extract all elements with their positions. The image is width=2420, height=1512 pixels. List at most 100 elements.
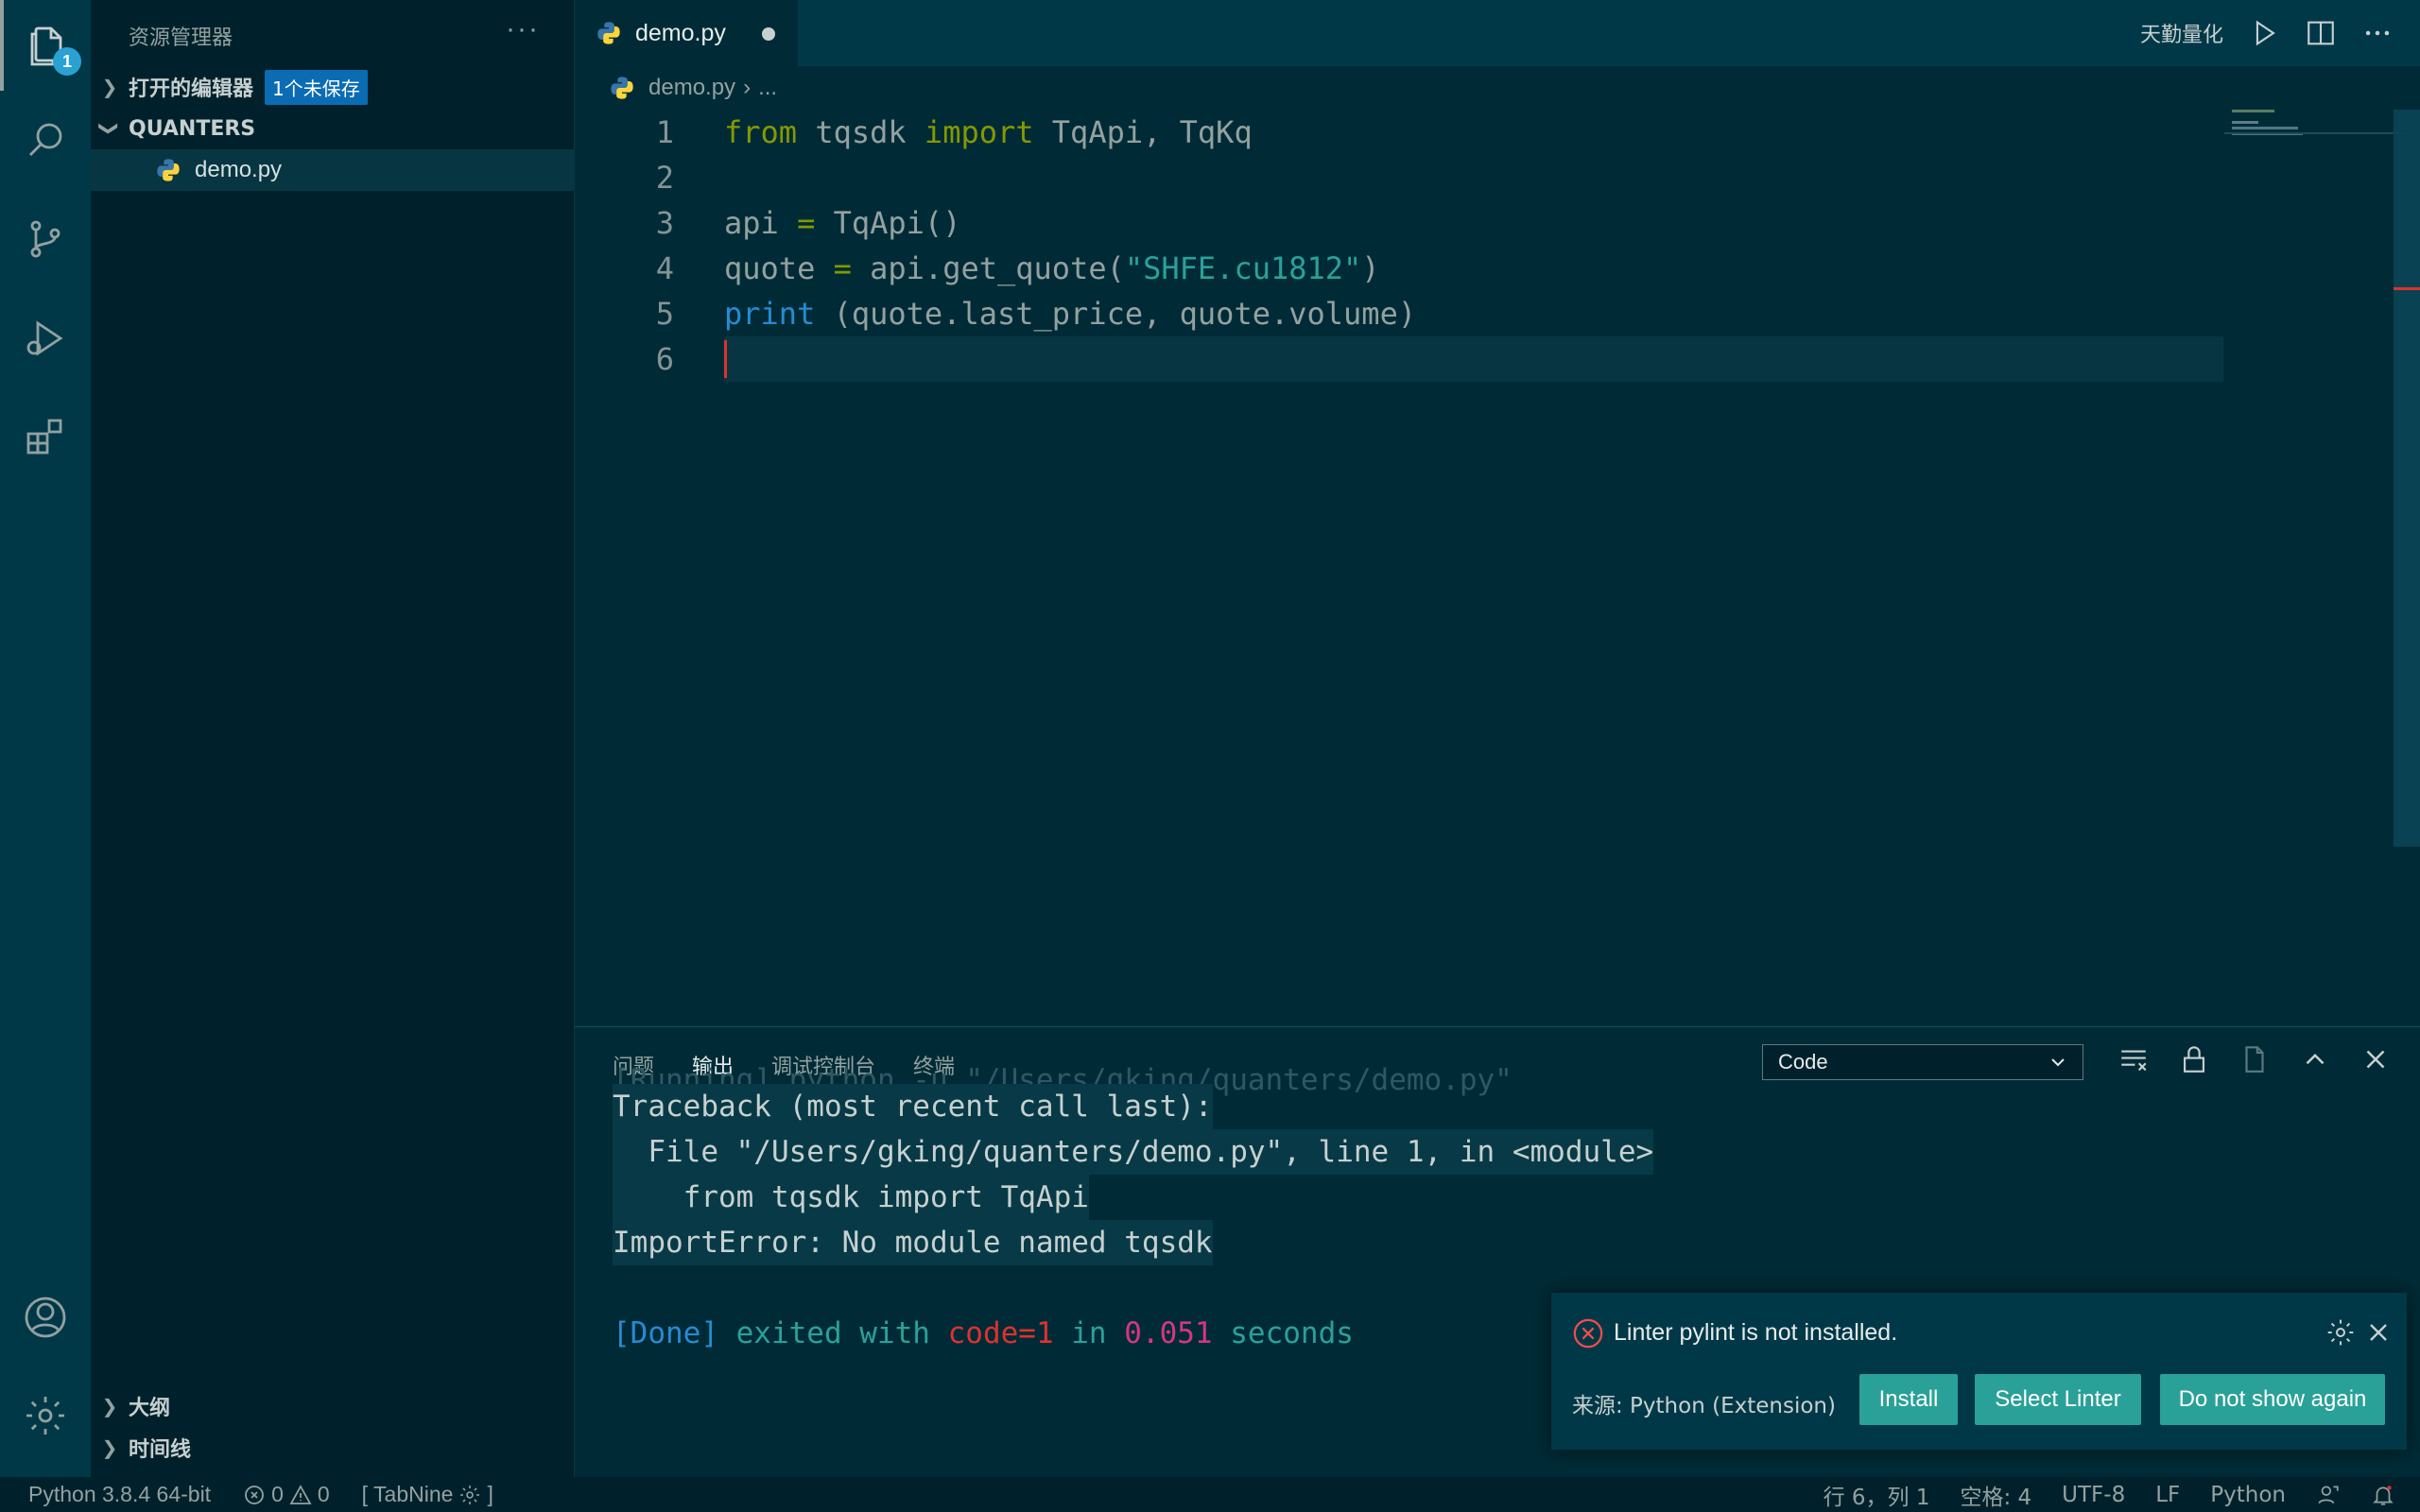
explorer-activity-button[interactable]: 1 xyxy=(0,0,91,91)
chevron-down-icon xyxy=(2051,1058,2065,1067)
editor-scrollbar[interactable] xyxy=(2394,110,2420,847)
code-text: api = TqApi() xyxy=(724,205,961,241)
accounts-activity-button[interactable] xyxy=(0,1272,91,1363)
close-icon[interactable] xyxy=(2363,1317,2394,1348)
done-tag: [Done] xyxy=(613,1316,718,1350)
breadcrumb-file[interactable]: demo.py xyxy=(648,75,735,101)
python-file-icon xyxy=(157,159,180,181)
unsaved-dot-icon[interactable] xyxy=(762,27,775,41)
do-not-show-again-button[interactable]: Do not show again xyxy=(2160,1374,2385,1425)
tabnine-label: [ TabNine xyxy=(361,1482,454,1506)
line-number: 2 xyxy=(655,160,674,196)
minimap[interactable] xyxy=(2224,110,2409,242)
close-panel-icon[interactable] xyxy=(2360,1043,2392,1075)
notification-source: 来源: Python (Extension) xyxy=(1572,1394,1836,1418)
status-bar: Python 3.8.4 64-bit 0 0 [ TabNine ] 行 6，… xyxy=(0,1477,2420,1512)
extensions-activity-button[interactable] xyxy=(0,392,91,483)
file-item-demo[interactable]: demo.py xyxy=(91,149,575,191)
text-cursor xyxy=(724,340,727,378)
lock-icon[interactable] xyxy=(2178,1043,2210,1075)
breadcrumb-more[interactable]: ... xyxy=(758,75,777,101)
language-mode[interactable]: Python xyxy=(2210,1483,2286,1507)
manage-activity-button[interactable] xyxy=(0,1370,91,1461)
open-log-icon[interactable] xyxy=(2238,1043,2271,1075)
panel-toolbar xyxy=(2118,1039,2392,1080)
run-debug-icon xyxy=(26,320,63,356)
account-icon xyxy=(25,1297,66,1338)
tianqin-label[interactable]: 天勤量化 xyxy=(2140,18,2223,48)
output-line: ImportError: No module named tqsdk xyxy=(613,1220,1213,1265)
in-text: in xyxy=(1053,1316,1125,1350)
problems-status[interactable]: 0 0 xyxy=(243,1482,330,1507)
line-number: 1 xyxy=(655,114,674,150)
tabnine-close: ] xyxy=(487,1482,493,1506)
code-line: 5 print (quote.last_price, quote.volume) xyxy=(575,291,2224,336)
error-count: 0 xyxy=(271,1482,284,1506)
bell-icon[interactable] xyxy=(2371,1483,2395,1507)
encoding-status[interactable]: UTF-8 xyxy=(2062,1483,2125,1507)
python-file-icon xyxy=(597,22,620,44)
seconds-text: seconds xyxy=(1212,1316,1354,1350)
linter-notification: Linter pylint is not installed. 来源: Pyth… xyxy=(1551,1293,2407,1450)
more-actions-icon[interactable] xyxy=(2361,17,2394,49)
line-number: 6 xyxy=(655,341,674,377)
outline-section[interactable]: ❯ 大纲 xyxy=(91,1385,575,1427)
output-line: from tqsdk import TqApi xyxy=(613,1175,1089,1220)
output-channel-select[interactable]: Code xyxy=(1762,1044,2083,1080)
warning-count: 0 xyxy=(317,1482,330,1506)
line-number: 4 xyxy=(655,250,674,286)
select-linter-button[interactable]: Select Linter xyxy=(1975,1374,2141,1425)
code-line: 3 api = TqApi() xyxy=(575,200,2224,246)
line-number: 5 xyxy=(655,296,674,332)
output-done-line: [Done] exited with code=1 in 0.051 secon… xyxy=(613,1311,1354,1356)
split-editor-icon[interactable] xyxy=(2305,17,2337,49)
explorer-badge: 1 xyxy=(53,47,81,76)
code-line: 2 xyxy=(575,155,2224,200)
gear-icon[interactable] xyxy=(2325,1317,2356,1348)
error-icon xyxy=(1573,1318,1603,1349)
code-editor[interactable]: 1 from tqsdk import TqApi, TqKq 2 3 api … xyxy=(575,110,2420,1026)
eol-status[interactable]: LF xyxy=(2155,1483,2180,1507)
exited-text: exited with xyxy=(717,1316,948,1350)
chevron-right-icon: ❯ xyxy=(101,1395,118,1418)
code-line: 4 quote = api.get_quote("SHFE.cu1812") xyxy=(575,246,2224,291)
interpreter-status[interactable]: Python 3.8.4 64-bit xyxy=(28,1482,211,1507)
tab-demo-py[interactable]: demo.py xyxy=(575,0,798,66)
current-line-highlight xyxy=(724,336,2223,382)
tabnine-status[interactable]: [ TabNine ] xyxy=(362,1482,493,1507)
run-debug-activity-button[interactable] xyxy=(0,293,91,384)
run-icon[interactable] xyxy=(2248,17,2280,49)
folder-section[interactable]: ❯ QUANTERS xyxy=(91,108,575,149)
code-line-current: 6 xyxy=(575,336,2224,382)
overview-ruler-marker xyxy=(2394,287,2420,290)
tab-label: demo.py xyxy=(635,19,726,46)
chevron-down-icon: ❯ xyxy=(98,120,121,137)
unsaved-badge: 1个未保存 xyxy=(265,69,368,105)
activity-bar: 1 xyxy=(0,0,91,1477)
outline-label: 大纲 xyxy=(129,1397,171,1420)
chevron-right-icon: ❯ xyxy=(101,76,118,98)
notification-message: Linter pylint is not installed. xyxy=(1614,1319,1898,1346)
folder-label: QUANTERS xyxy=(129,116,256,141)
chevron-right-icon: › xyxy=(743,75,752,100)
indentation-status[interactable]: 空格: 4 xyxy=(1960,1479,2031,1511)
clear-output-icon[interactable] xyxy=(2118,1043,2150,1075)
explorer-title: 资源管理器 xyxy=(129,26,233,50)
open-editors-section[interactable]: ❯ 打开的编辑器 1个未保存 xyxy=(91,66,575,108)
python-file-icon xyxy=(611,77,633,99)
install-button[interactable]: Install xyxy=(1859,1374,1958,1425)
feedback-icon[interactable] xyxy=(2316,1483,2341,1507)
gear-icon xyxy=(26,1397,64,1435)
chevron-up-icon[interactable] xyxy=(2299,1043,2331,1075)
extensions-icon xyxy=(26,419,62,455)
source-control-activity-button[interactable] xyxy=(0,194,91,284)
output-line: File "/Users/gking/quanters/demo.py", li… xyxy=(613,1129,1654,1175)
timeline-label: 时间线 xyxy=(129,1438,192,1462)
breadcrumb: demo.py › ... xyxy=(575,66,2420,110)
timeline-section[interactable]: ❯ 时间线 xyxy=(91,1427,575,1469)
exit-code: code=1 xyxy=(947,1316,1054,1350)
cursor-position[interactable]: 行 6，列 1 xyxy=(1824,1479,1930,1511)
search-activity-button[interactable] xyxy=(0,94,91,185)
output-line: Traceback (most recent call last): xyxy=(613,1084,1213,1129)
explorer-more-button[interactable]: ··· xyxy=(506,13,540,45)
